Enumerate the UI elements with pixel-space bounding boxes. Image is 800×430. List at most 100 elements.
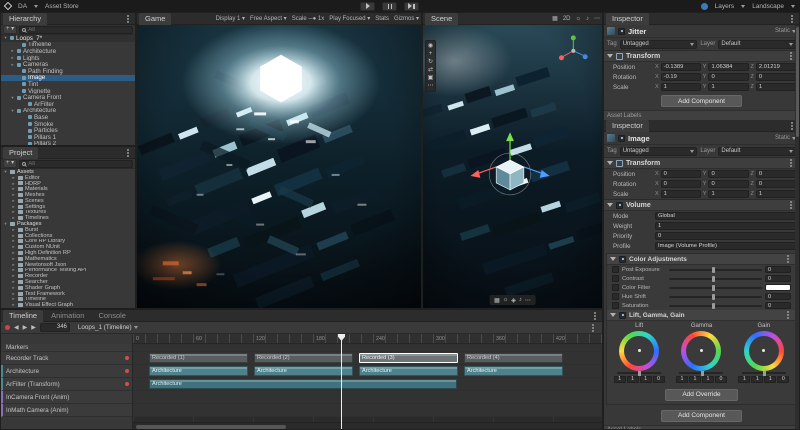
panel-menu-icon[interactable] bbox=[594, 315, 596, 317]
wheel-slider[interactable] bbox=[742, 372, 786, 374]
component-menu-icon[interactable] bbox=[790, 162, 792, 164]
override-menu-icon[interactable] bbox=[787, 314, 789, 316]
game-toolbar-control[interactable]: Display 1 ▾ bbox=[216, 15, 245, 22]
foldout-arrow-icon[interactable]: ▸ bbox=[10, 55, 15, 61]
hierarchy-item[interactable]: Base bbox=[1, 114, 135, 121]
record-toggle-icon[interactable] bbox=[125, 408, 129, 412]
layers-dropdown[interactable]: Layers bbox=[715, 3, 735, 10]
tab-inspector-2[interactable]: Inspector bbox=[606, 120, 649, 132]
timeline-asset-name[interactable]: Loops_1 (Timeline) bbox=[78, 324, 138, 331]
hierarchy-item[interactable]: Smoke bbox=[1, 121, 135, 128]
camera-front-lane[interactable] bbox=[133, 391, 602, 404]
volume-component-header[interactable]: Volume bbox=[604, 199, 799, 211]
hierarchy-item[interactable]: ▾ Loops_7* bbox=[1, 35, 135, 42]
next-frame-icon[interactable]: ▶ bbox=[31, 324, 36, 331]
active-checkbox[interactable] bbox=[618, 135, 625, 142]
add-component-button[interactable]: Add Component bbox=[661, 410, 742, 422]
add-override-button[interactable]: Add Override bbox=[665, 389, 737, 401]
layer-dropdown[interactable]: Default bbox=[718, 40, 796, 49]
play-icon[interactable]: ▶ bbox=[23, 324, 28, 331]
color-adjustments-header[interactable]: Color Adjustments bbox=[607, 254, 796, 265]
hierarchy-item[interactable]: Tint bbox=[1, 81, 135, 88]
volume-field[interactable]: 0 bbox=[655, 232, 796, 240]
volume-field[interactable]: 1 bbox=[655, 222, 796, 230]
account-avatar[interactable] bbox=[701, 3, 708, 10]
camera-math-lane[interactable] bbox=[133, 404, 602, 417]
asset-labels-bar[interactable]: Asset Labels bbox=[604, 110, 799, 120]
hierarchy-search-input[interactable] bbox=[28, 27, 130, 33]
tab-timeline[interactable]: Timeline bbox=[3, 310, 43, 322]
timeline-scrollbar[interactable] bbox=[133, 422, 602, 429]
wheel-w-field[interactable]: 0 bbox=[715, 376, 727, 383]
override-field-checkbox[interactable] bbox=[612, 284, 619, 291]
game-toolbar-control[interactable]: Scale ─● 1x bbox=[292, 16, 325, 22]
x-field[interactable]: -0.1389 bbox=[661, 63, 701, 71]
scene-viewport[interactable]: ◉+↻⇄▣⋯ ▦☼◈♪⋯ bbox=[423, 25, 602, 308]
override-field[interactable]: 0 bbox=[765, 302, 791, 309]
gameobject-name[interactable]: Image bbox=[628, 134, 650, 143]
component-menu-icon[interactable] bbox=[790, 55, 792, 57]
hierarchy-item[interactable]: ▸ Architecture bbox=[1, 48, 135, 55]
layer-dropdown[interactable]: Default bbox=[718, 147, 796, 156]
wheel-slider[interactable] bbox=[679, 372, 723, 374]
game-toolbar-control[interactable]: Gizmos ▾ bbox=[394, 15, 419, 22]
hierarchy-item[interactable]: Vignette bbox=[1, 88, 135, 95]
create-button[interactable]: + ▾ bbox=[3, 159, 17, 168]
playhead[interactable] bbox=[341, 334, 342, 429]
override-slider[interactable] bbox=[669, 296, 762, 298]
z-field[interactable]: 1 bbox=[756, 190, 796, 198]
track-header[interactable]: InCamera Front (Anim) bbox=[1, 391, 132, 404]
z-field[interactable]: 2.01219 bbox=[756, 63, 796, 71]
tag-dropdown[interactable]: Untagged bbox=[620, 147, 698, 156]
timeline-clip[interactable]: Architecture bbox=[254, 366, 353, 376]
component-enabled-checkbox[interactable] bbox=[616, 202, 623, 209]
create-button[interactable]: + ▾ bbox=[3, 25, 17, 34]
wheel-cursor[interactable] bbox=[638, 349, 641, 352]
override-slider[interactable] bbox=[669, 305, 762, 307]
record-icon[interactable] bbox=[5, 325, 10, 330]
x-field[interactable]: -0.19 bbox=[661, 73, 701, 81]
override-enabled-checkbox[interactable] bbox=[619, 312, 626, 319]
timeline-clip[interactable]: Recorded (2) bbox=[254, 353, 353, 363]
override-slider[interactable] bbox=[669, 269, 762, 271]
z-field[interactable]: 1 bbox=[756, 83, 796, 91]
record-toggle-icon[interactable] bbox=[125, 356, 129, 360]
foldout-arrow-icon[interactable]: ▾ bbox=[3, 221, 8, 227]
play-button[interactable] bbox=[360, 2, 375, 11]
x-field[interactable]: 0 bbox=[661, 170, 701, 178]
tag-dropdown[interactable]: Untagged bbox=[620, 40, 698, 49]
foldout-arrow-icon[interactable]: ▸ bbox=[10, 48, 15, 54]
tool-icon[interactable]: ↻ bbox=[428, 59, 433, 65]
tab-scene[interactable]: Scene bbox=[425, 13, 458, 25]
volume-field[interactable]: Global bbox=[655, 212, 796, 220]
color-wheel-ring[interactable] bbox=[681, 331, 721, 371]
override-field-checkbox[interactable] bbox=[612, 302, 619, 309]
y-field[interactable]: 0 bbox=[708, 73, 748, 81]
asset-labels-bar[interactable]: Asset Labels bbox=[604, 425, 799, 430]
asset-store-menu[interactable]: Asset Store bbox=[45, 3, 79, 10]
tab-inspector[interactable]: Inspector bbox=[606, 13, 649, 25]
foldout-arrow-icon[interactable]: ▾ bbox=[10, 95, 15, 101]
foldout-arrow-icon[interactable]: ▾ bbox=[10, 108, 15, 114]
timeline-clip[interactable]: Architecture bbox=[464, 366, 563, 376]
wheel-y-field[interactable]: 1 bbox=[751, 376, 763, 383]
foldout-arrow-icon[interactable]: ▾ bbox=[3, 169, 8, 175]
overlay-icon[interactable]: ◈ bbox=[511, 297, 516, 304]
timeline-ruler[interactable]: 060120180240300360420 bbox=[133, 334, 602, 344]
architecture-lane[interactable]: ArchitectureArchitectureArchitectureArch… bbox=[133, 365, 602, 378]
pause-button[interactable] bbox=[382, 2, 397, 11]
timeline-clip[interactable]: Architecture bbox=[149, 366, 248, 376]
lift-gamma-gain-header[interactable]: Lift, Gamma, Gain bbox=[607, 310, 796, 321]
hierarchy-item[interactable]: ▾ Camera Front bbox=[1, 94, 135, 101]
wheel-w-field[interactable]: 0 bbox=[777, 376, 789, 383]
hierarchy-item[interactable]: Timeline bbox=[1, 42, 135, 49]
hierarchy-item[interactable]: Particles bbox=[1, 127, 135, 134]
hierarchy-item[interactable]: ▸ Lights bbox=[1, 55, 135, 62]
project-search[interactable] bbox=[19, 160, 133, 168]
timeline-clip[interactable]: Architecture bbox=[149, 379, 457, 389]
hierarchy-item[interactable]: Pillars 1 bbox=[1, 134, 135, 141]
wheel-z-field[interactable]: 1 bbox=[640, 376, 652, 383]
step-button[interactable] bbox=[404, 2, 419, 11]
arfilter-lane[interactable]: Architecture bbox=[133, 378, 602, 391]
tool-icon[interactable]: ▣ bbox=[428, 75, 434, 81]
